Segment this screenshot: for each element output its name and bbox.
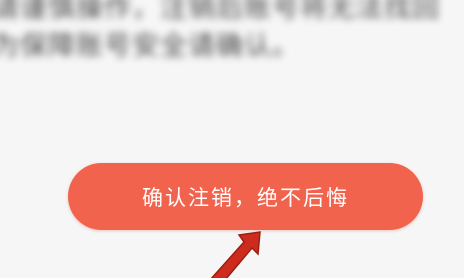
- confirm-deactivate-label: 确认注销，绝不后悔: [142, 186, 349, 210]
- notice-line-2: 为保障账号安全请确认。: [0, 31, 300, 62]
- notice-line-1: 请谨慎操作，注销后账号将无法找回: [0, 0, 440, 24]
- blurred-notice-text: 请谨慎操作，注销后账号将无法找回 为保障账号安全请确认。: [0, 0, 440, 66]
- red-arrow-icon: [210, 231, 261, 278]
